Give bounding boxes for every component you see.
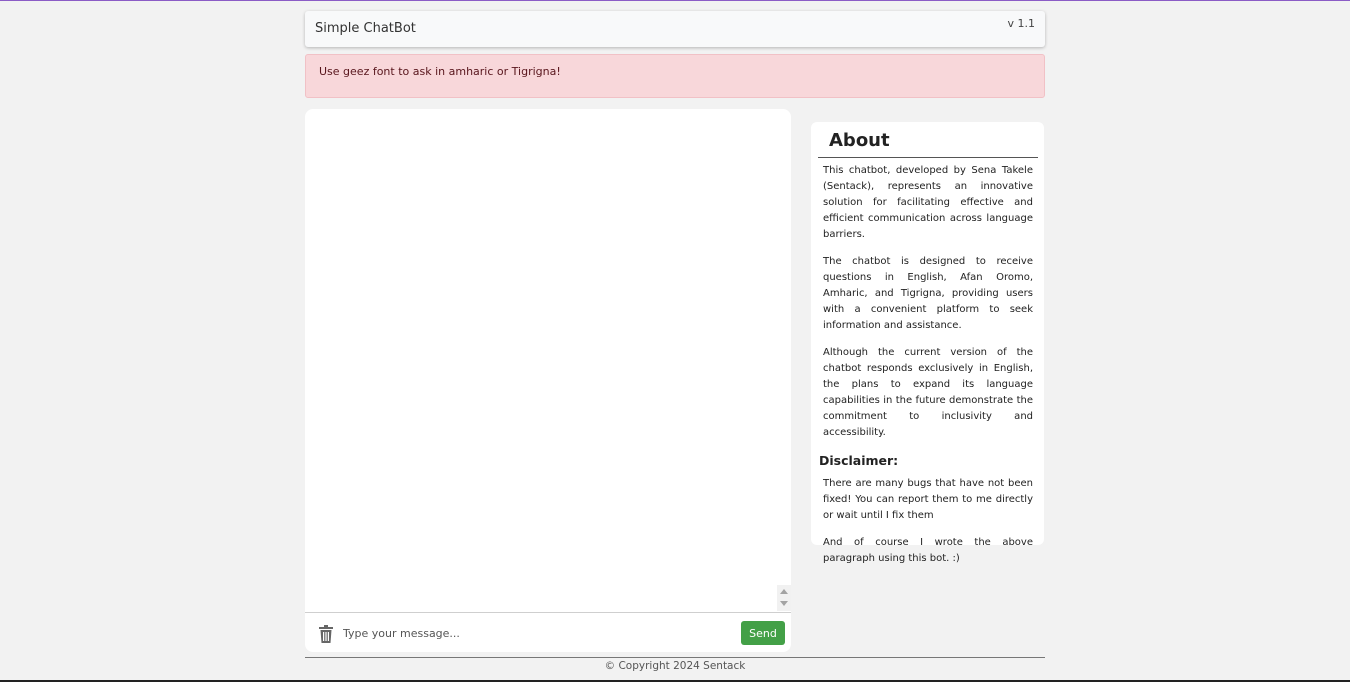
disclaimer-title: Disclaimer: <box>819 453 899 468</box>
chat-panel: Send <box>305 109 791 652</box>
disclaimer-paragraph: And of course I wrote the above paragrap… <box>823 537 1033 564</box>
about-panel: About This chatbot, developed by Sena Ta… <box>811 122 1044 564</box>
about-paragraph: Although the current version of the chat… <box>823 347 1033 438</box>
info-alert: Use geez font to ask in amharic or Tigri… <box>305 54 1045 98</box>
chat-input-bar: Send <box>305 612 791 653</box>
disclaimer-paragraph: There are many bugs that have not been f… <box>823 478 1033 521</box>
message-area[interactable] <box>305 109 791 611</box>
message-input[interactable] <box>341 621 735 645</box>
about-title: About <box>829 130 890 151</box>
about-paragraph: This chatbot, developed by Sena Takele (… <box>823 165 1033 240</box>
message-scrollbar[interactable] <box>777 585 791 611</box>
scroll-down-arrow[interactable] <box>780 601 788 606</box>
about-paragraph: The chatbot is designed to receive quest… <box>823 256 1033 331</box>
navbar: Simple ChatBot v 1.1 <box>305 11 1045 47</box>
version-label: v 1.1 <box>1007 17 1036 30</box>
about-body: This chatbot, developed by Sena Takele (… <box>819 163 1033 578</box>
scroll-up-arrow[interactable] <box>780 589 788 594</box>
alert-text: Use geez font to ask in amharic or Tigri… <box>319 65 561 78</box>
navbar-brand[interactable]: Simple ChatBot <box>315 21 416 36</box>
footer-divider <box>305 657 1045 658</box>
about-divider <box>818 157 1038 158</box>
send-button[interactable]: Send <box>741 621 785 645</box>
footer-copyright: © Copyright 2024 Sentack <box>604 660 746 672</box>
trash-icon[interactable] <box>318 625 334 643</box>
